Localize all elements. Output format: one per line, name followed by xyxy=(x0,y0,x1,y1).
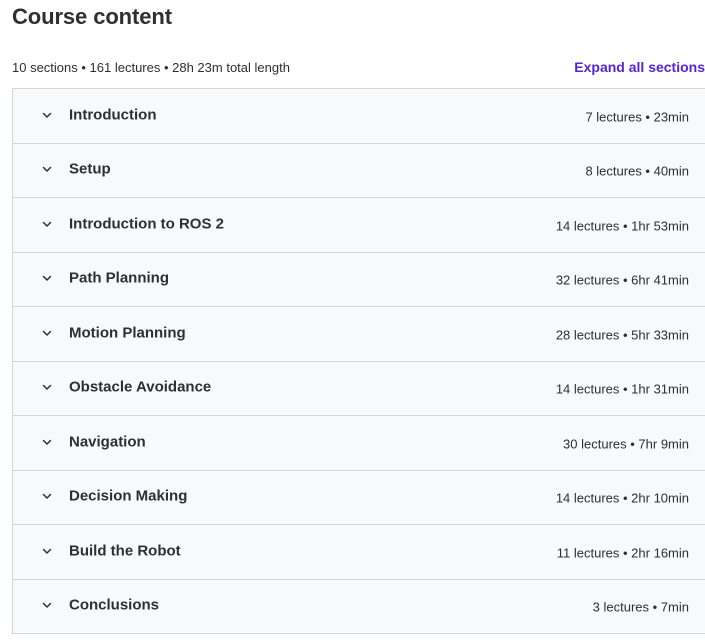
chevron-down-icon xyxy=(41,599,53,611)
section-meta: 14 lectures • 1hr 31min xyxy=(555,381,689,397)
section-title: Introduction xyxy=(69,106,157,124)
section-meta: 14 lectures • 2hr 10min xyxy=(555,490,689,506)
section-row[interactable]: Build the Robot 11 lectures • 2hr 16min xyxy=(13,525,705,580)
chevron-down-icon xyxy=(41,381,53,393)
section-meta: 30 lectures • 7hr 9min xyxy=(563,436,689,451)
course-summary-row: 10 sections • 161 lectures • 28h 23m tot… xyxy=(12,59,705,77)
section-title: Obstacle Avoidance xyxy=(69,378,212,396)
chevron-down-icon xyxy=(41,436,53,448)
course-summary: 10 sections • 161 lectures • 28h 23m tot… xyxy=(12,60,290,75)
section-title: Build the Robot xyxy=(69,542,181,560)
section-row[interactable]: Path Planning 32 lectures • 6hr 41min xyxy=(13,252,705,307)
section-list: Introduction 7 lectures • 23min Setup 8 lec… xyxy=(12,88,705,634)
section-meta: 28 lectures • 5hr 33min xyxy=(555,327,689,342)
section-meta: 14 lectures • 1hr 53min xyxy=(555,218,689,233)
section-meta: 7 lectures • 23min xyxy=(585,109,689,124)
section-row[interactable]: Navigation 30 lectures • 7hr 9min xyxy=(13,416,705,471)
section-meta: 32 lectures • 6hr 41min xyxy=(555,272,689,288)
section-title: Setup xyxy=(69,160,111,178)
section-meta: 8 lectures • 40min xyxy=(585,163,689,179)
section-row[interactable]: Motion Planning 28 lectures • 5hr 33min xyxy=(13,307,705,362)
section-title: Motion Planning xyxy=(69,324,186,342)
chevron-down-icon xyxy=(41,327,53,339)
section-meta: 11 lectures • 2hr 16min xyxy=(556,545,689,560)
section-title: Conclusions xyxy=(69,596,160,614)
section-row[interactable]: Decision Making 14 lectures • 2hr 10min xyxy=(13,470,705,525)
chevron-down-icon xyxy=(41,109,53,121)
chevron-down-icon xyxy=(41,490,53,502)
section-title: Decision Making xyxy=(69,487,188,505)
section-row[interactable]: Setup 8 lectures • 40min xyxy=(13,143,705,198)
section-title: Navigation xyxy=(69,433,146,451)
section-title: Path Planning xyxy=(69,269,170,287)
section-row[interactable]: Introduction to ROS 2 14 lectures • 1hr 5… xyxy=(13,198,705,253)
chevron-down-icon xyxy=(41,545,53,557)
page-title: Course content xyxy=(12,4,172,29)
section-row[interactable]: Obstacle Avoidance 14 lectures • 1hr 31mi… xyxy=(13,361,705,416)
chevron-down-icon xyxy=(41,218,53,230)
section-title: Introduction to ROS 2 xyxy=(69,215,224,233)
section-meta: 3 lectures • 7min xyxy=(592,599,689,615)
expand-all-sections-button[interactable]: Expand all sections xyxy=(574,59,705,75)
section-row[interactable]: Introduction 7 lectures • 23min xyxy=(13,89,705,144)
section-row[interactable]: Conclusions 3 lectures • 7min xyxy=(13,579,705,634)
chevron-down-icon xyxy=(41,272,53,284)
chevron-down-icon xyxy=(41,163,53,175)
